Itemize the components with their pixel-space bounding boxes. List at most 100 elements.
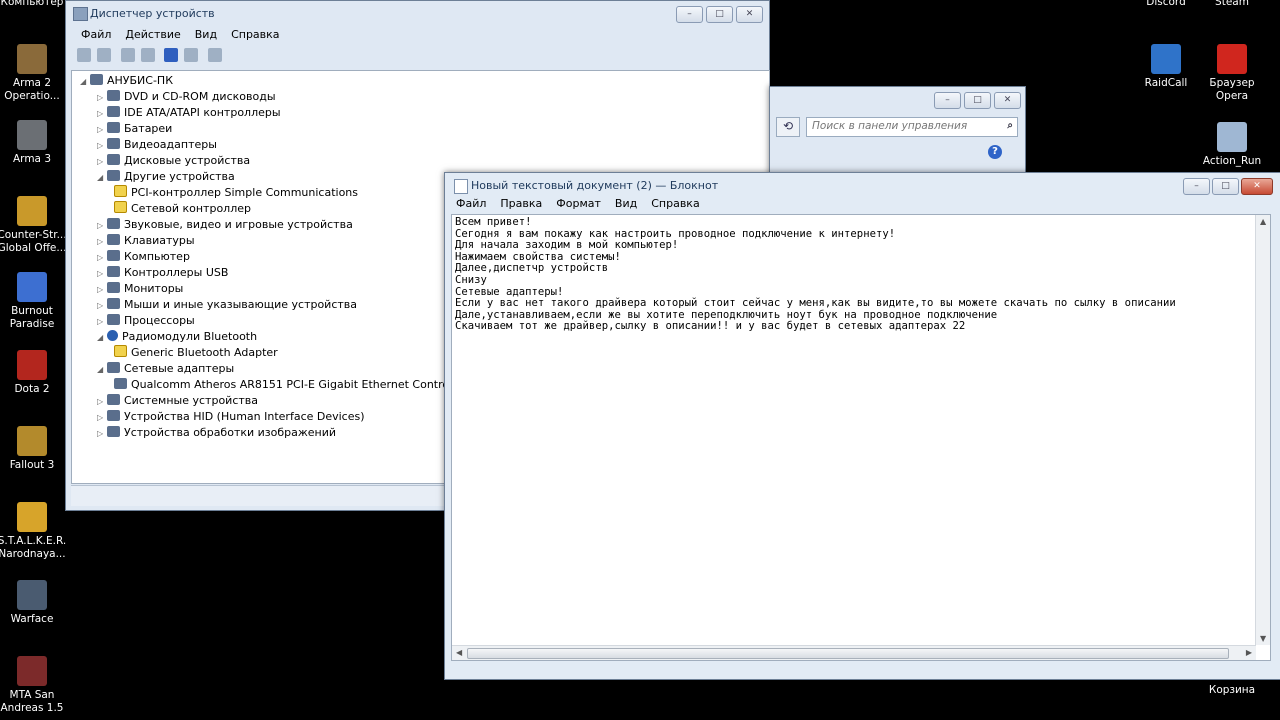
notepad-window[interactable]: Новый текстовый документ (2) — Блокнот –…	[444, 172, 1280, 680]
control-panel-search[interactable]: Поиск в панели управления ⌕	[806, 117, 1018, 137]
expand-arrow-icon[interactable]: ▷	[97, 234, 107, 250]
desktop-icon[interactable]: Браузер Opera	[1197, 44, 1267, 103]
menu-item[interactable]: Действие	[118, 25, 187, 44]
scroll-left-icon[interactable]: ◀	[456, 648, 462, 657]
menu-item[interactable]: Формат	[549, 194, 608, 213]
expand-arrow-icon[interactable]: ▷	[97, 154, 107, 170]
tree-item[interactable]: ▷ Клавиатуры	[97, 233, 195, 249]
notepad-minimize-button[interactable]: –	[1183, 178, 1210, 195]
search-icon[interactable]: ⌕	[1007, 120, 1013, 131]
expand-arrow-icon[interactable]: ▷	[97, 282, 107, 298]
device-manager-titlebar[interactable]: Диспетчер устройств – □ ✕	[66, 1, 769, 27]
tree-item[interactable]: ▷ Компьютер	[97, 249, 190, 265]
tree-item[interactable]: ▷ Видеоадаптеры	[97, 137, 217, 153]
expand-arrow-icon[interactable]: ▷	[97, 314, 107, 330]
back-arrow-icon[interactable]	[77, 48, 91, 62]
close-button[interactable]: ✕	[736, 6, 763, 23]
cp-maximize-button[interactable]: □	[964, 92, 991, 109]
menu-item[interactable]: Вид	[608, 194, 644, 213]
view-icon[interactable]	[184, 48, 198, 62]
tree-item[interactable]: ◢ Сетевые адаптеры	[97, 361, 234, 377]
scroll-right-icon[interactable]: ▶	[1246, 648, 1252, 657]
tree-item[interactable]: ▷ Системные устройства	[97, 393, 258, 409]
expand-arrow-icon[interactable]: ▷	[97, 298, 107, 314]
tree-root[interactable]: ◢ АНУБИС-ПК	[80, 73, 173, 89]
scroll-down-icon[interactable]: ▼	[1260, 634, 1266, 643]
menu-item[interactable]: Вид	[188, 25, 224, 44]
desktop-icon[interactable]: Steam	[1197, 0, 1267, 9]
expand-arrow-icon[interactable]: ▷	[97, 122, 107, 138]
expand-arrow-icon[interactable]: ▷	[97, 266, 107, 282]
menu-item[interactable]: Правка	[493, 194, 549, 213]
document-text[interactable]: Всем привет! Сегодня я вам покажу как на…	[455, 216, 1176, 333]
tree-item[interactable]: ▷ DVD и CD-ROM дисководы	[97, 89, 276, 105]
scroll-thumb[interactable]	[467, 648, 1229, 659]
menu-item[interactable]: Справка	[224, 25, 286, 44]
tree-item[interactable]: ◢ Другие устройства	[97, 169, 235, 185]
vertical-scrollbar[interactable]: ▲ ▼	[1255, 215, 1270, 645]
desktop-icon[interactable]: Warface	[0, 580, 67, 626]
tree-item[interactable]: ▷ Батареи	[97, 121, 172, 137]
help-icon[interactable]: ?	[988, 145, 1002, 159]
tree-item[interactable]: ▷ Мониторы	[97, 281, 183, 297]
tree-item[interactable]: ▷ Устройства HID (Human Interface Devices…	[97, 409, 365, 425]
desktop-icon[interactable]: MTA San Andreas 1.5	[0, 656, 67, 715]
console-tree-icon[interactable]	[120, 48, 135, 62]
expand-arrow-icon[interactable]: ◢	[97, 330, 107, 346]
desktop-icon[interactable]: Корзина	[1197, 684, 1267, 697]
expand-arrow-icon[interactable]: ▷	[97, 410, 107, 426]
notepad-maximize-button[interactable]: □	[1212, 178, 1239, 195]
desktop-icon[interactable]: Action_Run	[1197, 122, 1267, 168]
scroll-up-icon[interactable]: ▲	[1260, 217, 1266, 226]
desktop-icon-label: Discord	[1146, 0, 1186, 8]
tree-item[interactable]: ▷ Дисковые устройства	[97, 153, 250, 169]
scan-hardware-icon[interactable]	[207, 48, 222, 62]
tree-item[interactable]: ▷ Звуковые, видео и игровые устройства	[97, 217, 353, 233]
horizontal-scrollbar[interactable]: ◀ ▶	[452, 645, 1256, 660]
forward-arrow-icon[interactable]	[97, 48, 111, 62]
tree-item[interactable]: ◢ Радиомодули Bluetooth	[97, 329, 257, 345]
desktop-icon[interactable]: Burnout Paradise	[0, 272, 67, 331]
desktop-icon[interactable]: S.T.A.L.K.E.R. Narodnaya...	[0, 502, 67, 561]
desktop-icon[interactable]: Компьютер	[0, 0, 67, 9]
properties-icon[interactable]	[140, 48, 155, 62]
text-editor[interactable]: Всем привет! Сегодня я вам покажу как на…	[451, 214, 1271, 661]
notepad-close-button[interactable]: ✕	[1241, 178, 1273, 195]
tree-item[interactable]: Сетевой контроллер	[114, 201, 251, 217]
menu-item[interactable]: Файл	[74, 25, 118, 44]
control-panel-window[interactable]: – □ ✕ ⟲ Поиск в панели управления ⌕ ?	[769, 86, 1026, 178]
expand-arrow-icon[interactable]: ◢	[97, 362, 107, 378]
tree-item[interactable]: ▷ IDE ATA/ATAPI контроллеры	[97, 105, 281, 121]
maximize-button[interactable]: □	[706, 6, 733, 23]
minimize-button[interactable]: –	[676, 6, 703, 23]
menu-item[interactable]: Файл	[449, 194, 493, 213]
desktop-icon[interactable]: Counter-Str... Global Offe...	[0, 196, 67, 255]
desktop-icon[interactable]: Fallout 3	[0, 426, 67, 472]
expand-arrow-icon[interactable]: ▷	[97, 426, 107, 442]
expand-arrow-icon[interactable]: ▷	[97, 218, 107, 234]
desktop-icon[interactable]: Arma 3	[0, 120, 67, 166]
tree-item[interactable]: ▷ Мыши и иные указывающие устройства	[97, 297, 357, 313]
desktop-icon[interactable]: Arma 2 Operatio...	[0, 44, 67, 103]
cp-close-button[interactable]: ✕	[994, 92, 1021, 109]
cp-minimize-button[interactable]: –	[934, 92, 961, 109]
expand-arrow-icon[interactable]: ▷	[97, 90, 107, 106]
desktop-icon[interactable]: Discord	[1131, 0, 1201, 9]
expand-arrow-icon[interactable]: ◢	[97, 170, 107, 186]
desktop-icon[interactable]: Dota 2	[0, 350, 67, 396]
expand-arrow-icon[interactable]: ▷	[97, 138, 107, 154]
expand-arrow-icon[interactable]: ▷	[97, 394, 107, 410]
tree-item[interactable]: ▷ Процессоры	[97, 313, 195, 329]
tree-item[interactable]: PCI-контроллер Simple Communications	[114, 185, 358, 201]
desktop-icon[interactable]: RaidCall	[1131, 44, 1201, 90]
menu-item[interactable]: Справка	[644, 194, 706, 213]
tree-item[interactable]: Qualcomm Atheros AR8151 PCI-E Gigabit Et…	[114, 377, 483, 393]
expand-arrow-icon[interactable]: ▷	[97, 106, 107, 122]
tree-item[interactable]: ▷ Устройства обработки изображений	[97, 425, 336, 441]
expand-arrow-icon[interactable]: ▷	[97, 250, 107, 266]
help-icon[interactable]	[164, 48, 178, 62]
tree-item[interactable]: ▷ Контроллеры USB	[97, 265, 228, 281]
disk-drive-icon	[107, 154, 120, 165]
tree-item[interactable]: Generic Bluetooth Adapter	[114, 345, 278, 361]
refresh-icon[interactable]: ⟲	[776, 117, 800, 137]
